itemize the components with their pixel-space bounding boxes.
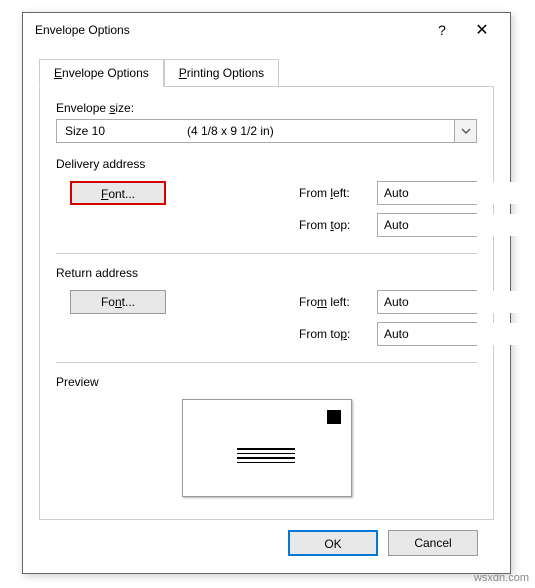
- delivery-address-label: Delivery address: [56, 157, 477, 171]
- divider: [56, 362, 477, 363]
- return-from-left-input[interactable]: ▲▼: [377, 290, 477, 314]
- envelope-size-select[interactable]: Size 10 (4 1/8 x 9 1/2 in): [56, 119, 477, 143]
- delivery-from-left-input[interactable]: ▲▼: [377, 181, 477, 205]
- return-from-top-input[interactable]: ▲▼: [377, 322, 477, 346]
- delivery-from-top-input[interactable]: ▲▼: [377, 213, 477, 237]
- preview-label: Preview: [56, 375, 477, 389]
- cancel-button[interactable]: Cancel: [388, 530, 478, 556]
- delivery-from-top-label: From top:: [299, 218, 377, 232]
- envelope-preview: [182, 399, 352, 497]
- titlebar: Envelope Options ? ✕: [23, 13, 510, 47]
- stamp-icon: [327, 410, 341, 424]
- dialog-content: Envelope Options Printing Options Envelo…: [23, 47, 510, 568]
- select-value: Size 10: [57, 124, 187, 138]
- select-extra: (4 1/8 x 9 1/2 in): [187, 124, 454, 138]
- spin-field[interactable]: [378, 214, 535, 236]
- watermark: wsxdn.com: [474, 572, 529, 584]
- return-from-top-label: From top:: [299, 327, 377, 341]
- divider: [56, 253, 477, 254]
- tab-strip: Envelope Options Printing Options: [39, 59, 494, 86]
- envelope-options-dialog: Envelope Options ? ✕ Envelope Options Pr…: [22, 12, 511, 574]
- tab-underline: E: [54, 66, 62, 80]
- spin-field[interactable]: [378, 182, 535, 204]
- tab-envelope-options[interactable]: Envelope Options: [39, 59, 164, 87]
- tab-printing-options[interactable]: Printing Options: [164, 59, 279, 86]
- button-bar: OK Cancel: [39, 520, 494, 556]
- return-address-label: Return address: [56, 266, 477, 280]
- tab-label: rinting Options: [187, 66, 264, 80]
- help-button[interactable]: ?: [422, 16, 462, 44]
- delivery-from-left-label: From left:: [299, 186, 377, 200]
- tab-label: nvelope Options: [62, 66, 149, 80]
- address-lines-icon: [237, 448, 295, 466]
- spin-field[interactable]: [378, 291, 535, 313]
- close-button[interactable]: ✕: [462, 16, 502, 44]
- spin-field[interactable]: [378, 323, 535, 345]
- envelope-size-label: Envelope size:: [56, 101, 477, 115]
- delivery-font-button[interactable]: Font...: [70, 181, 166, 205]
- return-from-left-label: From left:: [299, 295, 377, 309]
- tab-panel: Envelope size: Size 10 (4 1/8 x 9 1/2 in…: [39, 86, 494, 520]
- ok-button[interactable]: OK: [288, 530, 378, 556]
- chevron-down-icon: [454, 120, 476, 142]
- dialog-title: Envelope Options: [35, 23, 422, 37]
- tab-underline: P: [179, 66, 187, 80]
- return-font-button[interactable]: Font...: [70, 290, 166, 314]
